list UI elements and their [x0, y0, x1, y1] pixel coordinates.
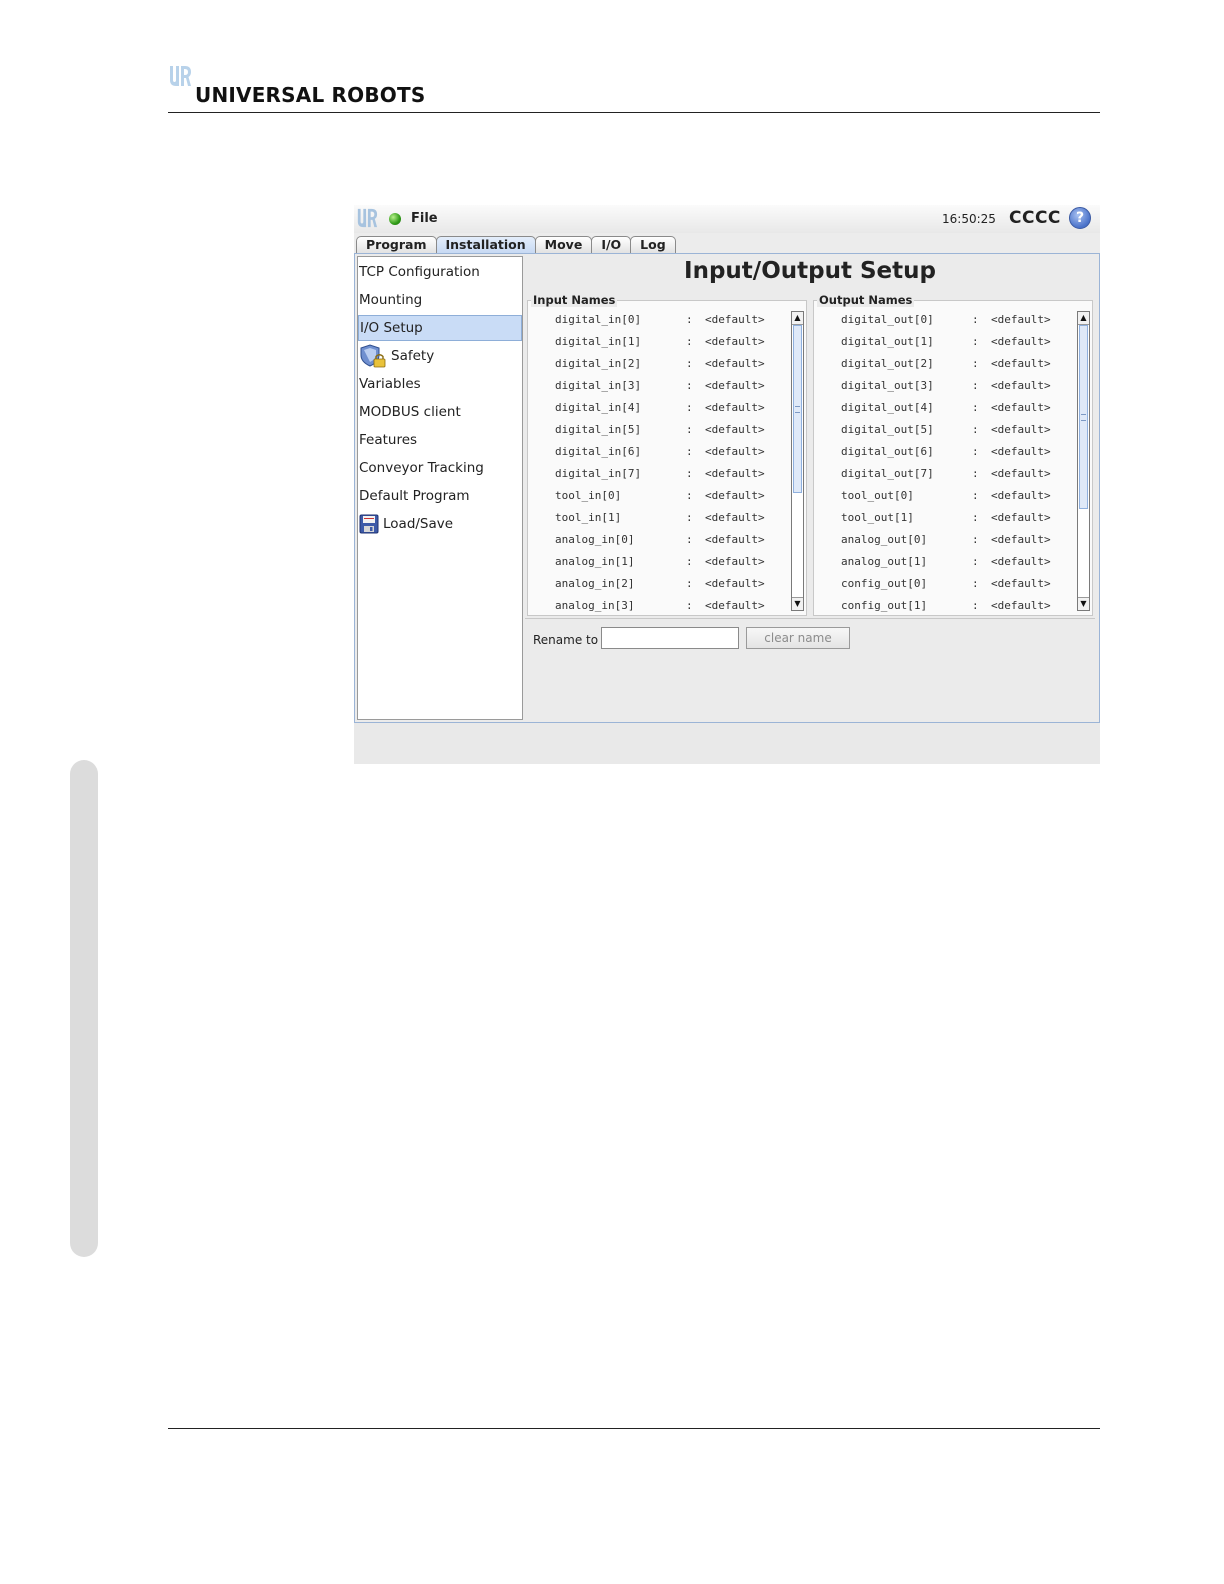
- file-menu[interactable]: File: [411, 211, 438, 226]
- scroll-thumb[interactable]: [793, 325, 802, 493]
- list-item[interactable]: config_out[0]: <default>: [814, 573, 1076, 595]
- output-names-scrollbar[interactable]: ▲ ▼: [1077, 311, 1090, 611]
- rename-panel: Rename to clear name: [525, 618, 1095, 719]
- nav-features[interactable]: Features: [358, 427, 522, 453]
- rename-input[interactable]: [601, 627, 739, 649]
- brand-name: UNIVERSAL ROBOTS: [195, 83, 426, 107]
- ur-logo-icon: [170, 66, 191, 86]
- nav-load-save-label: Load/Save: [383, 516, 454, 532]
- robot-name: CCCC: [1009, 208, 1061, 228]
- nav-modbus-client[interactable]: MODBUS client: [358, 399, 522, 425]
- io-setup-content: Input/Output Setup Input Names digital_i…: [525, 256, 1095, 718]
- page-side-tab: [70, 760, 98, 1257]
- tab-log[interactable]: Log: [630, 236, 676, 253]
- help-icon[interactable]: ?: [1069, 207, 1091, 229]
- nav-load-save[interactable]: Load/Save: [358, 511, 522, 537]
- list-item[interactable]: digital_out[7]: <default>: [814, 463, 1076, 485]
- page-title: Input/Output Setup: [684, 258, 936, 284]
- scroll-thumb[interactable]: [1079, 325, 1088, 509]
- nav-variables[interactable]: Variables: [358, 371, 522, 397]
- arrow-up-icon[interactable]: ▲: [792, 312, 803, 325]
- list-item[interactable]: digital_out[4]: <default>: [814, 397, 1076, 419]
- list-item[interactable]: digital_in[3]: <default>: [528, 375, 790, 397]
- list-item[interactable]: analog_out[0]: <default>: [814, 529, 1076, 551]
- nav-io-setup[interactable]: I/O Setup: [358, 315, 522, 341]
- rename-label: Rename to: [533, 633, 599, 647]
- list-item[interactable]: analog_in[3]: <default>: [528, 595, 790, 613]
- list-item[interactable]: digital_in[6]: <default>: [528, 441, 790, 463]
- grip-icon: [1081, 414, 1086, 421]
- list-item[interactable]: digital_out[6]: <default>: [814, 441, 1076, 463]
- list-item[interactable]: digital_in[7]: <default>: [528, 463, 790, 485]
- input-names-list: digital_in[0]: <default> digital_in[1]: <d…: [528, 309, 790, 613]
- nav-safety[interactable]: Safety: [358, 343, 522, 369]
- list-item[interactable]: digital_in[0]: <default>: [528, 309, 790, 331]
- title-bar: File 16:50:25 CCCC ?: [354, 205, 1100, 233]
- list-item[interactable]: digital_in[5]: <default>: [528, 419, 790, 441]
- grip-icon: [795, 406, 800, 413]
- list-item[interactable]: digital_out[2]: <default>: [814, 353, 1076, 375]
- list-item[interactable]: analog_in[2]: <default>: [528, 573, 790, 595]
- tab-io[interactable]: I/O: [591, 236, 632, 253]
- installation-panel: TCP Configuration Mounting I/O Setup Saf…: [354, 253, 1100, 723]
- tab-program[interactable]: Program: [356, 236, 437, 253]
- output-names-list: digital_out[0]: <default> digital_out[1]:…: [814, 309, 1076, 613]
- clock: 16:50:25: [942, 212, 996, 226]
- tab-installation[interactable]: Installation: [435, 236, 536, 253]
- list-item[interactable]: config_out[1]: <default>: [814, 595, 1076, 613]
- list-item[interactable]: digital_out[5]: <default>: [814, 419, 1076, 441]
- arrow-down-icon[interactable]: ▼: [1078, 597, 1089, 610]
- list-item[interactable]: digital_out[1]: <default>: [814, 331, 1076, 353]
- list-item[interactable]: tool_in[0]: <default>: [528, 485, 790, 507]
- input-names-title: Input Names: [531, 293, 618, 307]
- list-item[interactable]: digital_in[1]: <default>: [528, 331, 790, 353]
- output-names-group: Output Names digital_out[0]: <default> di…: [813, 293, 1093, 616]
- input-names-scrollbar[interactable]: ▲ ▼: [791, 311, 804, 611]
- arrow-down-icon[interactable]: ▼: [792, 597, 803, 610]
- list-item[interactable]: tool_out[1]: <default>: [814, 507, 1076, 529]
- app-footer: [354, 723, 1100, 764]
- ur-logo-icon: [357, 208, 378, 228]
- tab-move[interactable]: Move: [534, 236, 593, 253]
- header-rule: [168, 112, 1100, 113]
- list-item[interactable]: analog_out[1]: <default>: [814, 551, 1076, 573]
- list-item[interactable]: tool_in[1]: <default>: [528, 507, 790, 529]
- list-item[interactable]: analog_in[0]: <default>: [528, 529, 790, 551]
- polyscope-window: File 16:50:25 CCCC ? Program Installatio…: [354, 205, 1100, 764]
- nav-conveyor-tracking[interactable]: Conveyor Tracking: [358, 455, 522, 481]
- status-ok-icon: [389, 213, 401, 225]
- list-item[interactable]: digital_out[0]: <default>: [814, 309, 1076, 331]
- floppy-disk-icon: [359, 514, 379, 534]
- clear-name-button[interactable]: clear name: [746, 627, 850, 649]
- list-item[interactable]: digital_in[4]: <default>: [528, 397, 790, 419]
- nav-mounting[interactable]: Mounting: [358, 287, 522, 313]
- list-item[interactable]: digital_out[3]: <default>: [814, 375, 1076, 397]
- installation-nav: TCP Configuration Mounting I/O Setup Saf…: [357, 256, 523, 720]
- arrow-up-icon[interactable]: ▲: [1078, 312, 1089, 325]
- list-item[interactable]: tool_out[0]: <default>: [814, 485, 1076, 507]
- nav-safety-label: Safety: [391, 348, 435, 364]
- nav-tcp-configuration[interactable]: TCP Configuration: [358, 259, 522, 285]
- nav-default-program[interactable]: Default Program: [358, 483, 522, 509]
- list-item[interactable]: analog_in[1]: <default>: [528, 551, 790, 573]
- footer-rule: [168, 1428, 1100, 1429]
- list-item[interactable]: digital_in[2]: <default>: [528, 353, 790, 375]
- main-tabs: Program Installation Move I/O Log: [356, 236, 676, 254]
- shield-lock-icon: [360, 344, 386, 368]
- output-names-title: Output Names: [817, 293, 915, 307]
- input-names-group: Input Names digital_in[0]: <default> digi…: [527, 293, 807, 616]
